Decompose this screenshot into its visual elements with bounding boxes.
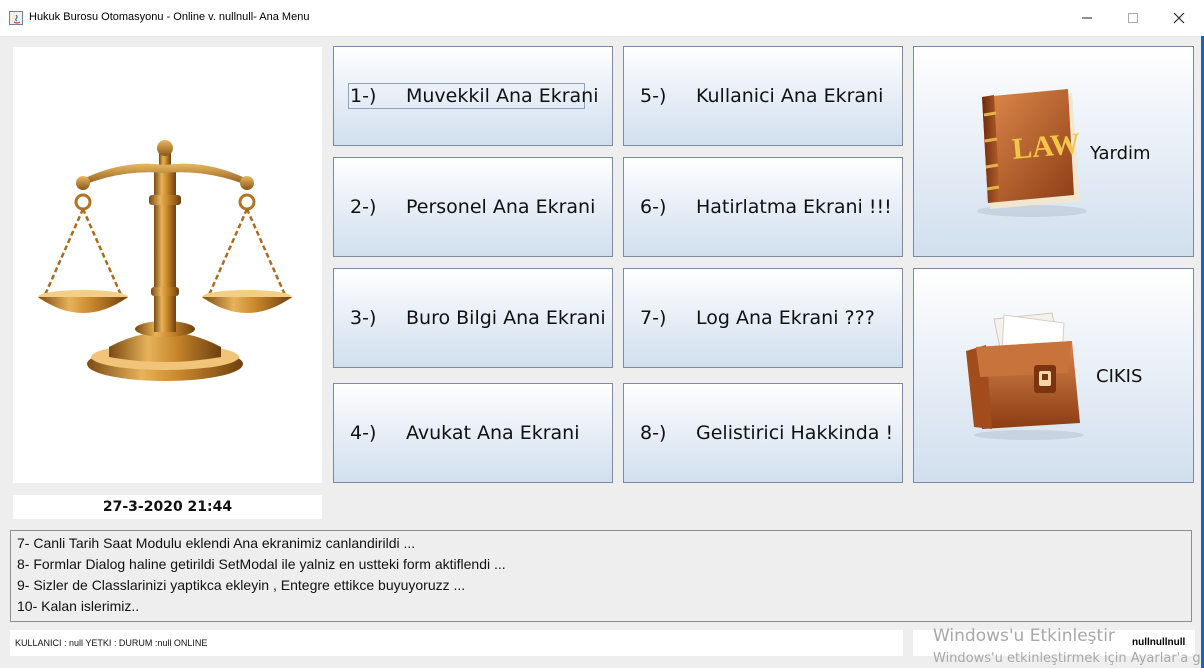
button-number: 8-) [640, 422, 667, 444]
activation-watermark-title: Windows'u Etkinleştir [933, 626, 1115, 646]
maximize-icon [1128, 13, 1138, 23]
close-icon [1173, 12, 1185, 24]
help-label: Yardim [1090, 143, 1151, 164]
book-text: LAW [1011, 127, 1082, 166]
window-title: Hukuk Burosu Otomasyonu - Online v. null… [29, 11, 310, 23]
button-number: 4-) [350, 422, 377, 444]
release-notes-area[interactable]: 7- Canli Tarih Saat Modulu eklendi Ana e… [10, 530, 1192, 622]
button-label: Kullanici Ana Ekrani [696, 85, 884, 107]
logo-panel [13, 47, 322, 483]
button-number: 3-) [350, 307, 377, 329]
button-label: Buro Bilgi Ana Ekrani [406, 307, 606, 329]
briefcase-icon [966, 312, 1084, 440]
note-line: 8- Formlar Dialog haline getirildi SetMo… [17, 556, 506, 572]
minimize-button[interactable] [1064, 0, 1110, 36]
button-label: Hatirlatma Ekrani !!! [696, 196, 892, 218]
scales-of-justice-icon [38, 140, 292, 381]
maximize-button[interactable] [1110, 0, 1156, 36]
button-number: 2-) [350, 196, 377, 218]
button-number: 6-) [640, 196, 667, 218]
status-bar: KULLANICI : null YETKI : DURUM :null ONL… [10, 630, 903, 656]
close-button[interactable] [1156, 0, 1202, 36]
gelistirici-button[interactable]: 8-) Gelistirici Hakkinda ! [623, 383, 903, 483]
button-label: Gelistirici Hakkinda ! [696, 422, 894, 444]
law-book-icon: LAW [977, 89, 1087, 217]
avukat-button[interactable]: 4-) Avukat Ana Ekrani [333, 383, 613, 483]
button-label: Personel Ana Ekrani [406, 196, 596, 218]
buro-bilgi-button[interactable]: 3-) Buro Bilgi Ana Ekrani [333, 268, 613, 368]
button-number: 5-) [640, 85, 667, 107]
button-label: Avukat Ana Ekrani [406, 422, 580, 444]
log-button[interactable]: 7-) Log Ana Ekrani ??? [623, 268, 903, 368]
exit-label: CIKIS [1096, 366, 1143, 387]
status-text: KULLANICI : null YETKI : DURUM :null ONL… [15, 638, 208, 648]
muvekkil-button[interactable]: 1-) Muvekkil Ana Ekrani [333, 46, 613, 146]
button-label: Muvekkil Ana Ekrani [406, 85, 599, 107]
hatirlatma-button[interactable]: 6-) Hatirlatma Ekrani !!! [623, 157, 903, 257]
personel-button[interactable]: 2-) Personel Ana Ekrani [333, 157, 613, 257]
button-number: 1-) [350, 85, 377, 107]
java-app-icon [9, 11, 23, 25]
note-line: 10- Kalan islerimiz.. [17, 598, 140, 614]
button-number: 7-) [640, 307, 667, 329]
user-label: nullnullnull [1132, 637, 1186, 648]
note-line: 9- Sizler de Classlarinizi yaptikca ekle… [17, 577, 466, 593]
exit-button[interactable]: CIKIS [913, 268, 1194, 483]
note-line: 7- Canli Tarih Saat Modulu eklendi Ana e… [17, 535, 416, 551]
help-button[interactable]: LAW Yardim [913, 46, 1194, 257]
kullanici-button[interactable]: 5-) Kullanici Ana Ekrani [623, 46, 903, 146]
activation-watermark-text: Windows'u etkinleştirmek için Ayarlar'a … [933, 651, 1201, 666]
minimize-icon [1082, 17, 1092, 19]
button-label: Log Ana Ekrani ??? [696, 307, 875, 329]
datetime-label: 27-3-2020 21:44 [13, 495, 322, 519]
title-bar: Hukuk Burosu Otomasyonu - Online v. null… [0, 0, 1204, 37]
